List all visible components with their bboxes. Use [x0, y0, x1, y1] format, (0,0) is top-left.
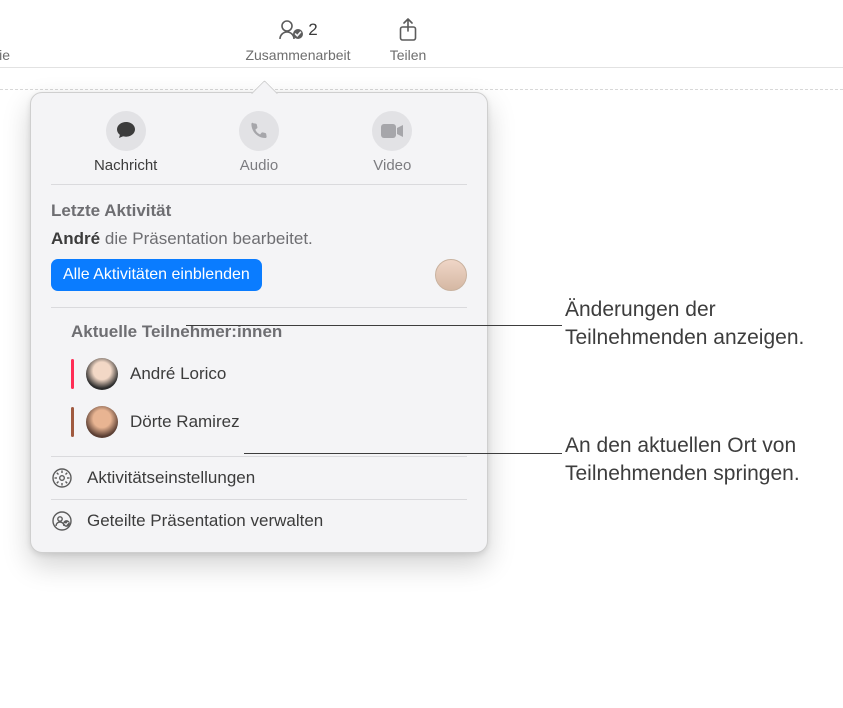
avatar — [86, 358, 118, 390]
message-icon — [115, 120, 137, 142]
video-label: Video — [373, 157, 411, 174]
presence-indicator — [71, 359, 74, 389]
collaborate-label: Zusammenarbeit — [245, 47, 350, 63]
recent-activity-text: André die Präsentation bearbeitet. — [31, 229, 487, 259]
activity-actor: André — [51, 229, 100, 248]
callout-show-changes: Änderungen der Teilnehmenden anzeigen. — [565, 296, 835, 353]
audio-label: Audio — [240, 157, 278, 174]
message-button[interactable]: Nachricht — [66, 111, 186, 174]
participant-name: André Lorico — [130, 364, 226, 384]
toolbar: e Folie 2 Zusammenarbeit Teilen — [0, 0, 843, 68]
recent-activity-heading: Letzte Aktivität — [31, 185, 487, 229]
participant-name: Dörte Ramirez — [130, 412, 240, 432]
share-label: Teilen — [390, 47, 427, 63]
participant-row[interactable]: André Lorico — [71, 350, 447, 398]
audio-button[interactable]: Audio — [199, 111, 319, 174]
callout-leader — [244, 453, 562, 454]
contact-actions-row: Nachricht Audio Video — [51, 111, 467, 185]
avatar — [86, 406, 118, 438]
activity-phrase: die Präsentation bearbeitet. — [105, 229, 313, 248]
callout-leader — [186, 325, 562, 326]
participants-heading: Aktuelle Teilnehmer:innen — [71, 308, 447, 350]
manage-shared-button[interactable]: Geteilte Präsentation verwalten — [31, 500, 487, 542]
collaborate-manage-icon — [51, 510, 73, 532]
video-icon — [380, 123, 404, 139]
manage-shared-label: Geteilte Präsentation verwalten — [87, 511, 323, 531]
collaborate-icon — [278, 19, 304, 41]
toolbar-item-slide[interactable]: e Folie — [0, 45, 58, 63]
collaboration-popover: Nachricht Audio Video Letzte Aktivität A… — [30, 92, 488, 553]
toolbar-item-collaborate[interactable]: 2 Zusammenarbeit — [228, 15, 368, 63]
collaborate-count: 2 — [308, 20, 317, 40]
toolbar-item-share[interactable]: Teilen — [368, 15, 448, 63]
phone-icon — [249, 121, 269, 141]
ruler — [0, 68, 843, 90]
activity-settings-button[interactable]: Aktivitätseinstellungen — [31, 457, 487, 499]
activity-avatar[interactable] — [435, 259, 467, 291]
toolbar-slide-label: e Folie — [0, 47, 10, 63]
video-button[interactable]: Video — [332, 111, 452, 174]
gear-badge-icon — [51, 467, 73, 489]
callout-jump-to-participant: An den aktuellen Ort von Teilnehmenden s… — [565, 432, 835, 489]
participants-section: Aktuelle Teilnehmer:innen André Lorico D… — [51, 308, 467, 457]
share-icon — [398, 18, 418, 42]
message-label: Nachricht — [94, 157, 157, 174]
activity-settings-label: Aktivitätseinstellungen — [87, 468, 255, 488]
participant-row[interactable]: Dörte Ramirez — [71, 398, 447, 446]
presence-indicator — [71, 407, 74, 437]
show-all-activities-button[interactable]: Alle Aktivitäten einblenden — [51, 259, 262, 291]
